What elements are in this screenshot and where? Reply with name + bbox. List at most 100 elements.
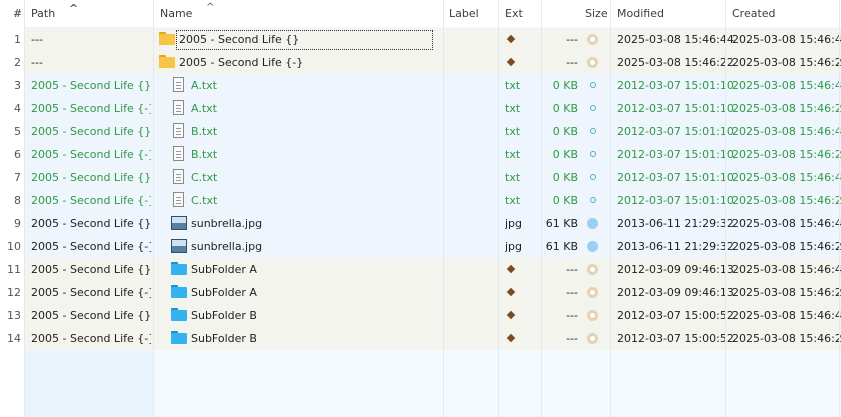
header-size[interactable]: Size [585,0,608,27]
modified-cell: 2012-03-07 15:00:52 [617,332,734,345]
name-cell[interactable]: C.txt [191,166,441,189]
table-row[interactable]: 132005 - Second Life {}SubFolder B◆---20… [0,304,841,327]
name-cell[interactable]: SubFolder B [191,327,441,350]
created-cell: 2025-03-08 15:46:44 [732,263,841,276]
path-cell: 2005 - Second Life {-} [31,286,151,299]
size-folder-indicator-icon [587,287,598,298]
header-ext[interactable]: Ext [505,0,523,27]
text-file-icon [173,192,184,207]
header-num[interactable]: # [13,0,22,27]
path-cell: 2005 - Second Life {-} [31,148,151,161]
size-cell: 0 KB [552,125,578,138]
table-row[interactable]: 122005 - Second Life {-}SubFolder A◆---2… [0,281,841,304]
text-file-icon [173,146,184,161]
name-cell[interactable]: SubFolder A [191,258,441,281]
table-row[interactable]: 9 2005 - Second Life {} sunbrella.jpg jpg 61… [0,212,841,235]
separator-modified [725,0,726,417]
modified-cell: 2012-03-07 15:01:10 [617,125,734,138]
size-empty-indicator-icon [590,128,596,134]
name-cell[interactable]: SubFolder B [191,304,441,327]
name-cell[interactable]: B.txt [191,120,441,143]
name-cell[interactable]: C.txt [191,189,441,212]
folder-blue-icon [171,308,187,321]
size-cell: 0 KB [552,102,578,115]
modified-cell: 2013-06-11 21:29:32 [617,217,734,230]
header-label[interactable]: Label [449,0,479,27]
name-cell[interactable]: sunbrella.jpg [191,212,441,235]
size-folder-indicator-icon [587,310,598,321]
row-number: 2 [14,56,21,69]
table-row[interactable]: 112005 - Second Life {}SubFolder A◆---20… [0,258,841,281]
path-cell: 2005 - Second Life {} [31,125,151,138]
path-sort-ascending-icon: ^ [69,2,79,15]
created-cell: 2025-03-08 15:46:22 [732,102,841,115]
created-cell: 2025-03-08 15:46:22 [732,286,841,299]
size-cell: 0 KB [552,171,578,184]
table-row[interactable]: 5 2005 - Second Life {} B.txt txt 0 KB 2012-0… [0,120,841,143]
row-number: 1 [14,33,21,46]
ext-cell: txt [505,79,521,92]
name-cell[interactable]: A.txt [191,74,441,97]
modified-cell: 2012-03-07 15:01:10 [617,79,734,92]
created-cell: 2025-03-08 15:46:22 [732,194,841,207]
ext-cell: txt [505,125,521,138]
created-cell: 2025-03-08 15:46:22 [732,56,841,69]
row-number: 9 [14,217,21,230]
created-cell: 2025-03-08 15:46:44 [732,33,841,46]
path-cell: --- [31,33,43,46]
name-cell[interactable]: A.txt [191,97,441,120]
size-folder-indicator-icon [587,333,598,344]
row-number: 14 [7,332,21,345]
table-row[interactable]: 8 2005 - Second Life {-} C.txt txt 0 KB 2012-… [0,189,841,212]
size-empty-indicator-icon [590,105,596,111]
separator-created [839,0,840,417]
ext-cell: jpg [505,217,523,230]
name-cell[interactable]: 2005 - Second Life {-} [179,51,429,74]
row-number: 6 [14,148,21,161]
path-cell: --- [31,56,43,69]
header-created[interactable]: Created [732,0,776,27]
created-cell: 2025-03-08 15:46:22 [732,332,841,345]
table-row[interactable]: 7 2005 - Second Life {} C.txt txt 0 KB 2012-0… [0,166,841,189]
size-cell: 0 KB [552,79,578,92]
path-cell: 2005 - Second Life {-} [31,102,151,115]
name-cell[interactable]: sunbrella.jpg [191,235,441,258]
row-number: 3 [14,79,21,92]
size-empty-indicator-icon [590,174,596,180]
size-cell: 61 KB [545,240,578,253]
table-row[interactable]: 3 2005 - Second Life {} A.txt txt 0 KB 2012-0… [0,74,841,97]
created-cell: 2025-03-08 15:46:44 [732,217,841,230]
image-file-icon [171,216,187,230]
table-row[interactable]: 4 2005 - Second Life {-} A.txt txt 0 KB 2012-… [0,97,841,120]
size-cell: --- [566,286,578,299]
path-cell: 2005 - Second Life {} [31,171,151,184]
created-cell: 2025-03-08 15:46:22 [732,240,841,253]
ext-cell: txt [505,148,521,161]
size-indicator-icon [587,241,598,252]
text-file-icon [173,77,184,92]
image-file-icon [171,239,187,253]
created-cell: 2025-03-08 15:46:44 [732,309,841,322]
header-name[interactable]: Name [160,0,192,27]
header-path[interactable]: Path [31,0,55,27]
modified-cell: 2012-03-09 09:46:13 [617,286,734,299]
row-number: 5 [14,125,21,138]
size-cell: 0 KB [552,194,578,207]
size-cell: --- [566,56,578,69]
table-row[interactable]: 2---2005 - Second Life {-}◆---2025-03-08… [0,51,841,74]
modified-cell: 2012-03-07 15:00:52 [617,309,734,322]
table-row[interactable]: 6 2005 - Second Life {-} B.txt txt 0 KB 2012-… [0,143,841,166]
modified-cell: 2025-03-08 15:46:44 [617,33,734,46]
table-row[interactable]: 142005 - Second Life {-}SubFolder B◆---2… [0,327,841,350]
name-sort-ascending-icon: ^ [206,2,215,13]
header-modified[interactable]: Modified [617,0,664,27]
name-cell[interactable]: B.txt [191,143,441,166]
modified-cell: 2012-03-07 15:01:10 [617,194,734,207]
row-number: 8 [14,194,21,207]
table-row[interactable]: 10 2005 - Second Life {-} sunbrella.jpg jpg… [0,235,841,258]
table-row[interactable]: 1---2005 - Second Life {}◆---2025-03-08 … [0,28,841,51]
ext-cell: txt [505,194,521,207]
focus-rectangle [176,30,433,50]
name-cell[interactable]: SubFolder A [191,281,441,304]
path-cell: 2005 - Second Life {} [31,263,151,276]
